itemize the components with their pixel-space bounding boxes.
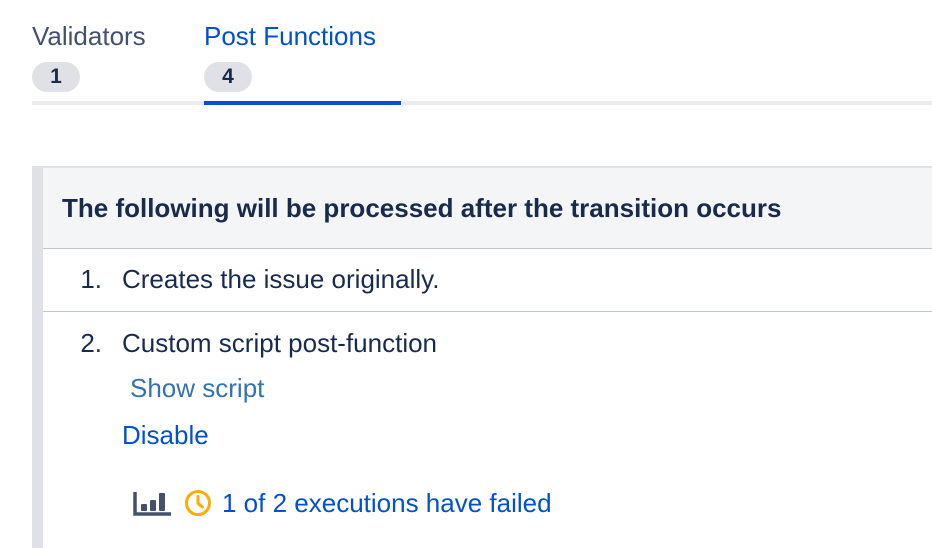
tab-active-indicator <box>204 101 401 105</box>
tab-post-functions-count-badge: 4 <box>204 62 252 92</box>
post-function-item: 1. Creates the issue originally. <box>43 249 932 312</box>
item-description: Custom script post-function <box>122 328 438 358</box>
tab-validators-count-badge: 1 <box>32 62 80 92</box>
post-function-item: 2. Custom script post-function Show scri… <box>43 312 932 548</box>
clock-icon <box>185 490 211 516</box>
tab-post-functions[interactable]: Post Functions 4 <box>204 20 401 105</box>
disable-link[interactable]: Disable <box>122 420 209 451</box>
bar-chart-icon[interactable] <box>132 489 174 517</box>
show-script-link[interactable]: Show script <box>130 373 264 404</box>
tab-post-functions-label: Post Functions <box>204 21 376 51</box>
execution-status: 1 of 2 executions have failed <box>132 487 552 519</box>
transition-tabs: Validators 1 Post Functions 4 <box>32 0 932 105</box>
tab-validators[interactable]: Validators 1 <box>32 20 172 105</box>
item-number: 2. <box>80 328 102 358</box>
panel-header: The following will be processed after th… <box>43 168 932 249</box>
item-description: Creates the issue originally. <box>122 264 440 294</box>
item-number: 1. <box>80 264 102 294</box>
tab-validators-label: Validators <box>32 21 146 51</box>
post-functions-panel: The following will be processed after th… <box>32 166 932 548</box>
executions-failed-link[interactable]: 1 of 2 executions have failed <box>222 488 552 519</box>
post-functions-page: Validators 1 Post Functions 4 The follow… <box>0 0 932 548</box>
